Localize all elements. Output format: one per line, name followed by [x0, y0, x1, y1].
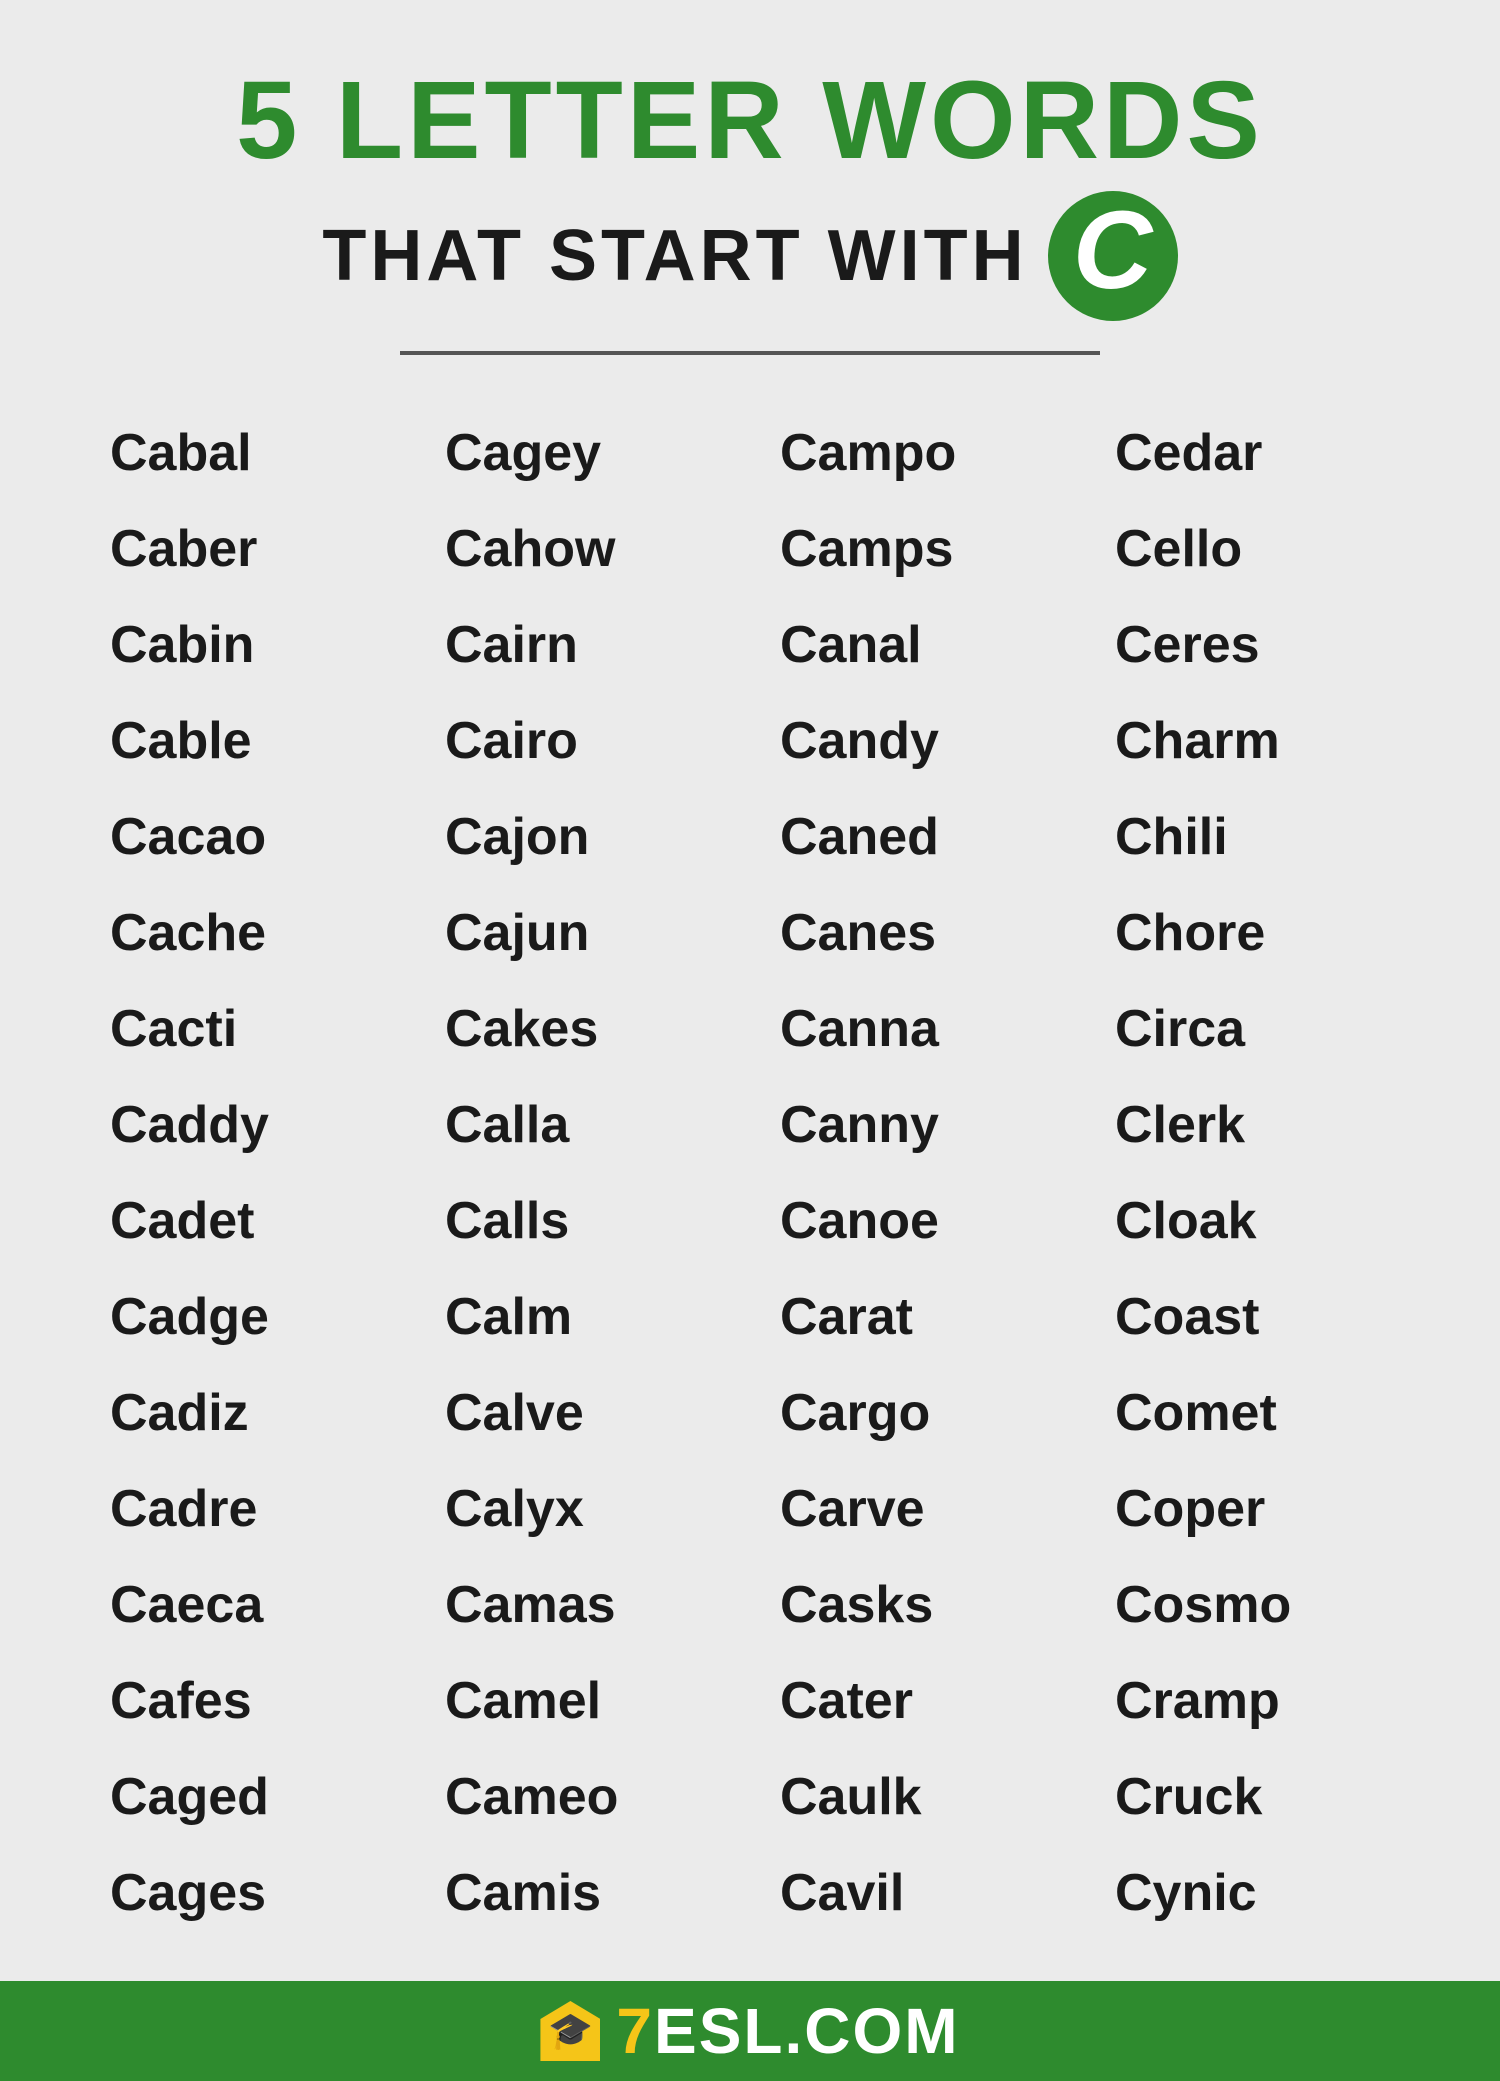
main-content: 5 LETTER WORDS THAT START WITH C Cabal C… — [0, 0, 1500, 1981]
list-item: Cafes — [80, 1653, 415, 1749]
list-item: Campo — [750, 405, 1085, 501]
brand-logo-icon — [540, 2001, 600, 2061]
list-item: Canna — [750, 981, 1085, 1077]
list-item: Caber — [80, 501, 415, 597]
list-item: Calve — [415, 1365, 750, 1461]
list-item: Caned — [750, 789, 1085, 885]
list-item: Camel — [415, 1653, 750, 1749]
list-item: Cable — [80, 693, 415, 789]
list-item: Cadre — [80, 1461, 415, 1557]
list-item: Chore — [1085, 885, 1420, 981]
list-item: Ceres — [1085, 597, 1420, 693]
list-item: Caeca — [80, 1557, 415, 1653]
list-item: Candy — [750, 693, 1085, 789]
list-item: Cacao — [80, 789, 415, 885]
list-item: Cages — [80, 1845, 415, 1941]
list-item: Cabin — [80, 597, 415, 693]
list-item: Coast — [1085, 1269, 1420, 1365]
subtitle-row: THAT START WITH C — [80, 191, 1420, 321]
list-item: Canes — [750, 885, 1085, 981]
list-item: Calyx — [415, 1461, 750, 1557]
footer: 7ESL.COM — [0, 1981, 1500, 2081]
list-item: Charm — [1085, 693, 1420, 789]
list-item: Cahow — [415, 501, 750, 597]
list-item: Camis — [415, 1845, 750, 1941]
list-item: Cairo — [415, 693, 750, 789]
list-item: Cairn — [415, 597, 750, 693]
list-item: Cosmo — [1085, 1557, 1420, 1653]
letter-c-badge: C — [1048, 191, 1178, 321]
list-item: Cloak — [1085, 1173, 1420, 1269]
list-item: Carve — [750, 1461, 1085, 1557]
list-item: Cadge — [80, 1269, 415, 1365]
word-col2: Cagey Cahow Cairn Cairo Cajon Cajun Cake… — [415, 405, 750, 1941]
subtitle-text: THAT START WITH — [322, 215, 1027, 297]
word-col3: Campo Camps Canal Candy Caned Canes Cann… — [750, 405, 1085, 1941]
list-item: Cameo — [415, 1749, 750, 1845]
words-grid: Cabal Caber Cabin Cable Cacao Cache Cact… — [80, 405, 1420, 1941]
list-item: Cache — [80, 885, 415, 981]
list-item: Canoe — [750, 1173, 1085, 1269]
main-title: 5 LETTER WORDS — [80, 60, 1420, 181]
list-item: Clerk — [1085, 1077, 1420, 1173]
divider — [400, 351, 1100, 355]
brand-esl: ESL.COM — [654, 1995, 960, 2067]
list-item: Cadiz — [80, 1365, 415, 1461]
list-item: Canal — [750, 597, 1085, 693]
word-col1: Cabal Caber Cabin Cable Cacao Cache Cact… — [80, 405, 415, 1941]
list-item: Camas — [415, 1557, 750, 1653]
list-item: Calls — [415, 1173, 750, 1269]
list-item: Cadet — [80, 1173, 415, 1269]
list-item: Cakes — [415, 981, 750, 1077]
list-item: Comet — [1085, 1365, 1420, 1461]
list-item: Cargo — [750, 1365, 1085, 1461]
list-item: Cello — [1085, 501, 1420, 597]
list-item: Coper — [1085, 1461, 1420, 1557]
list-item: Cedar — [1085, 405, 1420, 501]
list-item: Camps — [750, 501, 1085, 597]
list-item: Caulk — [750, 1749, 1085, 1845]
list-item: Cabal — [80, 405, 415, 501]
brand-name: 7ESL.COM — [616, 1994, 959, 2068]
list-item: Calla — [415, 1077, 750, 1173]
list-item: Circa — [1085, 981, 1420, 1077]
list-item: Caged — [80, 1749, 415, 1845]
list-item: Cagey — [415, 405, 750, 501]
list-item: Chili — [1085, 789, 1420, 885]
list-item: Carat — [750, 1269, 1085, 1365]
list-item: Cavil — [750, 1845, 1085, 1941]
list-item: Caddy — [80, 1077, 415, 1173]
list-item: Canny — [750, 1077, 1085, 1173]
list-item: Cramp — [1085, 1653, 1420, 1749]
list-item: Cynic — [1085, 1845, 1420, 1941]
brand-seven: 7 — [616, 1995, 654, 2067]
list-item: Casks — [750, 1557, 1085, 1653]
list-item: Cajun — [415, 885, 750, 981]
list-item: Cruck — [1085, 1749, 1420, 1845]
list-item: Calm — [415, 1269, 750, 1365]
list-item: Cajon — [415, 789, 750, 885]
list-item: Cacti — [80, 981, 415, 1077]
word-col4: Cedar Cello Ceres Charm Chili Chore Circ… — [1085, 405, 1420, 1941]
list-item: Cater — [750, 1653, 1085, 1749]
title-row: 5 LETTER WORDS — [80, 60, 1420, 181]
